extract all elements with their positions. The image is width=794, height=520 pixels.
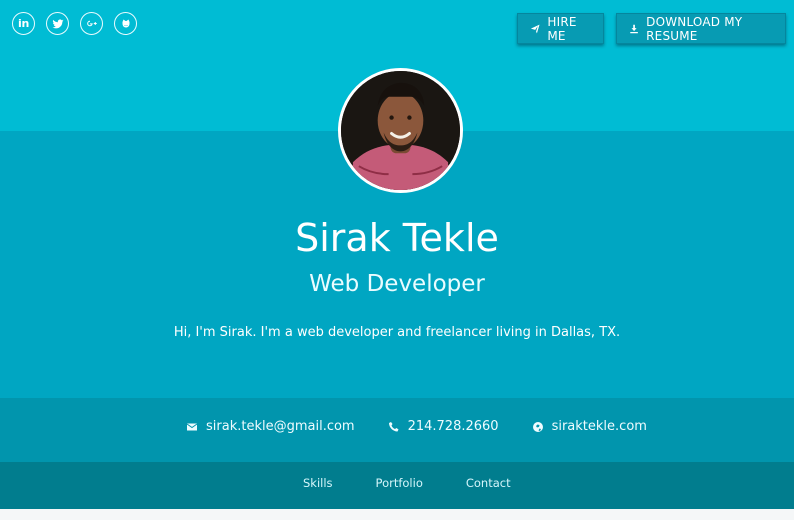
nav-portfolio[interactable]: Portfolio [376,476,423,490]
contact-info: sirak.tekle@gmail.com 214.728.2660 sirak… [186,419,647,434]
website-link[interactable]: siraktekle.com [552,419,647,434]
website-item: siraktekle.com [532,419,647,434]
hire-me-button[interactable]: HIRE ME [517,13,604,44]
paper-plane-icon [530,24,540,33]
globe-icon [532,421,543,432]
linkedin-icon: in [17,17,29,30]
profile-photo [338,68,463,193]
phone-link[interactable]: 214.728.2660 [408,419,499,434]
linkedin-link[interactable]: in [12,12,35,35]
google-plus-link[interactable] [80,12,103,35]
profile-intro: Hi, I'm Sirak. I'm a web developer and f… [173,325,621,340]
footer-navigation: Skills Portfolio Contact [303,476,511,490]
envelope-icon [186,423,198,430]
twitter-icon [52,18,63,28]
phone-item: 214.728.2660 [388,419,499,434]
github-link[interactable] [114,12,137,35]
profile-title: Web Developer [309,271,485,297]
download-icon [630,24,638,33]
profile-name: Sirak Tekle [295,216,499,260]
header-actions: HIRE ME DOWNLOAD MY RESUME [517,13,786,44]
download-resume-label: DOWNLOAD MY RESUME [646,14,743,43]
google-plus-icon [86,20,97,26]
twitter-link[interactable] [46,12,69,35]
email-link[interactable]: sirak.tekle@gmail.com [206,419,355,434]
github-icon [122,19,129,27]
nav-contact[interactable]: Contact [466,476,511,490]
nav-skills[interactable]: Skills [303,476,333,490]
social-links: in [12,12,137,35]
download-resume-button[interactable]: DOWNLOAD MY RESUME [616,13,786,44]
email-item: sirak.tekle@gmail.com [186,419,355,434]
phone-icon [388,421,399,431]
hire-me-label: HIRE ME [547,14,577,43]
